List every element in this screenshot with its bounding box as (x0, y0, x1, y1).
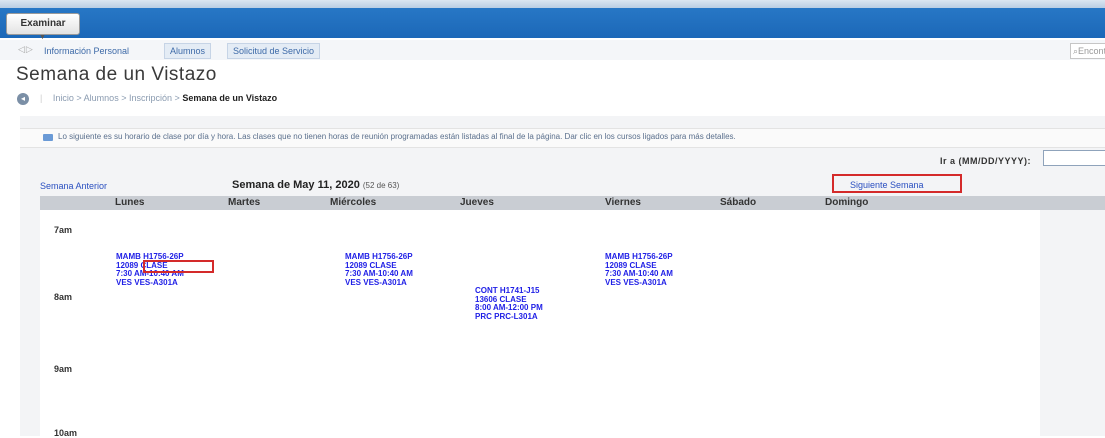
examinar-button-label: Examinar (20, 18, 66, 29)
breadcrumb-separator: > (174, 93, 180, 103)
search-input[interactable]: ⌕Encontrar (1070, 43, 1105, 59)
grid-right-margin (1040, 210, 1105, 436)
day-header-viernes: Viernes (605, 197, 641, 208)
week-title: Semana de May 11, 2020 (52 de 63) (232, 179, 399, 191)
info-icon (43, 134, 53, 141)
nav-arrows-icon[interactable]: ◁▷ (18, 44, 34, 55)
hour-label: 10am (54, 428, 78, 438)
breadcrumb-separator: > (121, 93, 127, 103)
goto-date-label: Ir a (MM/DD/YYYY): (940, 156, 1032, 166)
day-header-row: Lunes Martes Miércoles Jueves Viernes Sá… (40, 196, 1105, 210)
page-title: Semana de un Vistazo (16, 64, 217, 85)
breadcrumb: | Inicio > Alumnos > Inscripción > Seman… (40, 93, 278, 103)
examinar-button[interactable]: Examinar ▼ (6, 13, 80, 41)
breadcrumb-current: Semana de un Vistazo (182, 93, 278, 103)
day-header-martes: Martes (228, 197, 261, 208)
breadcrumb-inicio[interactable]: Inicio (53, 93, 74, 103)
window-frame-edge (0, 0, 1105, 8)
week-title-text: Semana de May 11, 2020 (232, 179, 360, 191)
schedule-grid (40, 210, 1040, 436)
search-placeholder: Encontrar (1078, 46, 1105, 56)
tab-informacion-personal[interactable]: Información Personal (38, 43, 135, 59)
class-line: VES VES-A301A (345, 277, 407, 287)
info-text: Lo siguiente es su horario de clase por … (58, 132, 736, 141)
day-header-domingo: Domingo (825, 197, 869, 208)
hour-label: 7am (54, 225, 73, 235)
class-block-jueves[interactable]: CONT H1741-J15 13606 CLASE 8:00 AM-12:00… (475, 286, 543, 321)
class-line: VES VES-A301A (116, 277, 178, 287)
hour-label: 9am (54, 364, 73, 374)
breadcrumb-inscripcion[interactable]: Inscripción (129, 93, 172, 103)
home-icon[interactable]: ◂ (17, 93, 29, 105)
class-block-viernes[interactable]: MAMB H1756-26P 12089 CLASE 7:30 AM-10:40… (605, 252, 673, 287)
tab-alumnos[interactable]: Alumnos (164, 43, 212, 59)
prev-week-link[interactable]: Semana Anterior (40, 181, 107, 191)
day-header-miercoles: Miércoles (330, 197, 377, 208)
day-header-jueves: Jueves (460, 197, 494, 208)
class-line: VES VES-A301A (605, 277, 667, 287)
class-line: PRC PRC-L301A (475, 311, 538, 321)
clase-highlight (143, 260, 214, 273)
next-week-link[interactable]: Siguiente Semana (850, 180, 924, 190)
goto-date-input[interactable] (1043, 150, 1105, 166)
top-bar: Examinar ▼ (0, 0, 1105, 41)
class-block-miercoles[interactable]: MAMB H1756-26P 12089 CLASE 7:30 AM-10:40… (345, 252, 413, 287)
hour-label: 8am (54, 292, 73, 302)
week-count: (52 de 63) (362, 181, 400, 190)
breadcrumb-alumnos[interactable]: Alumnos (84, 93, 119, 103)
tab-solicitud-de-servicio[interactable]: Solicitud de Servicio (227, 43, 321, 59)
day-header-sabado: Sábado (720, 197, 757, 208)
day-header-lunes: Lunes (115, 197, 145, 208)
tabs-row: ◁▷ Información Personal Alumnos Solicitu… (0, 40, 1105, 60)
breadcrumb-separator: > (76, 93, 82, 103)
